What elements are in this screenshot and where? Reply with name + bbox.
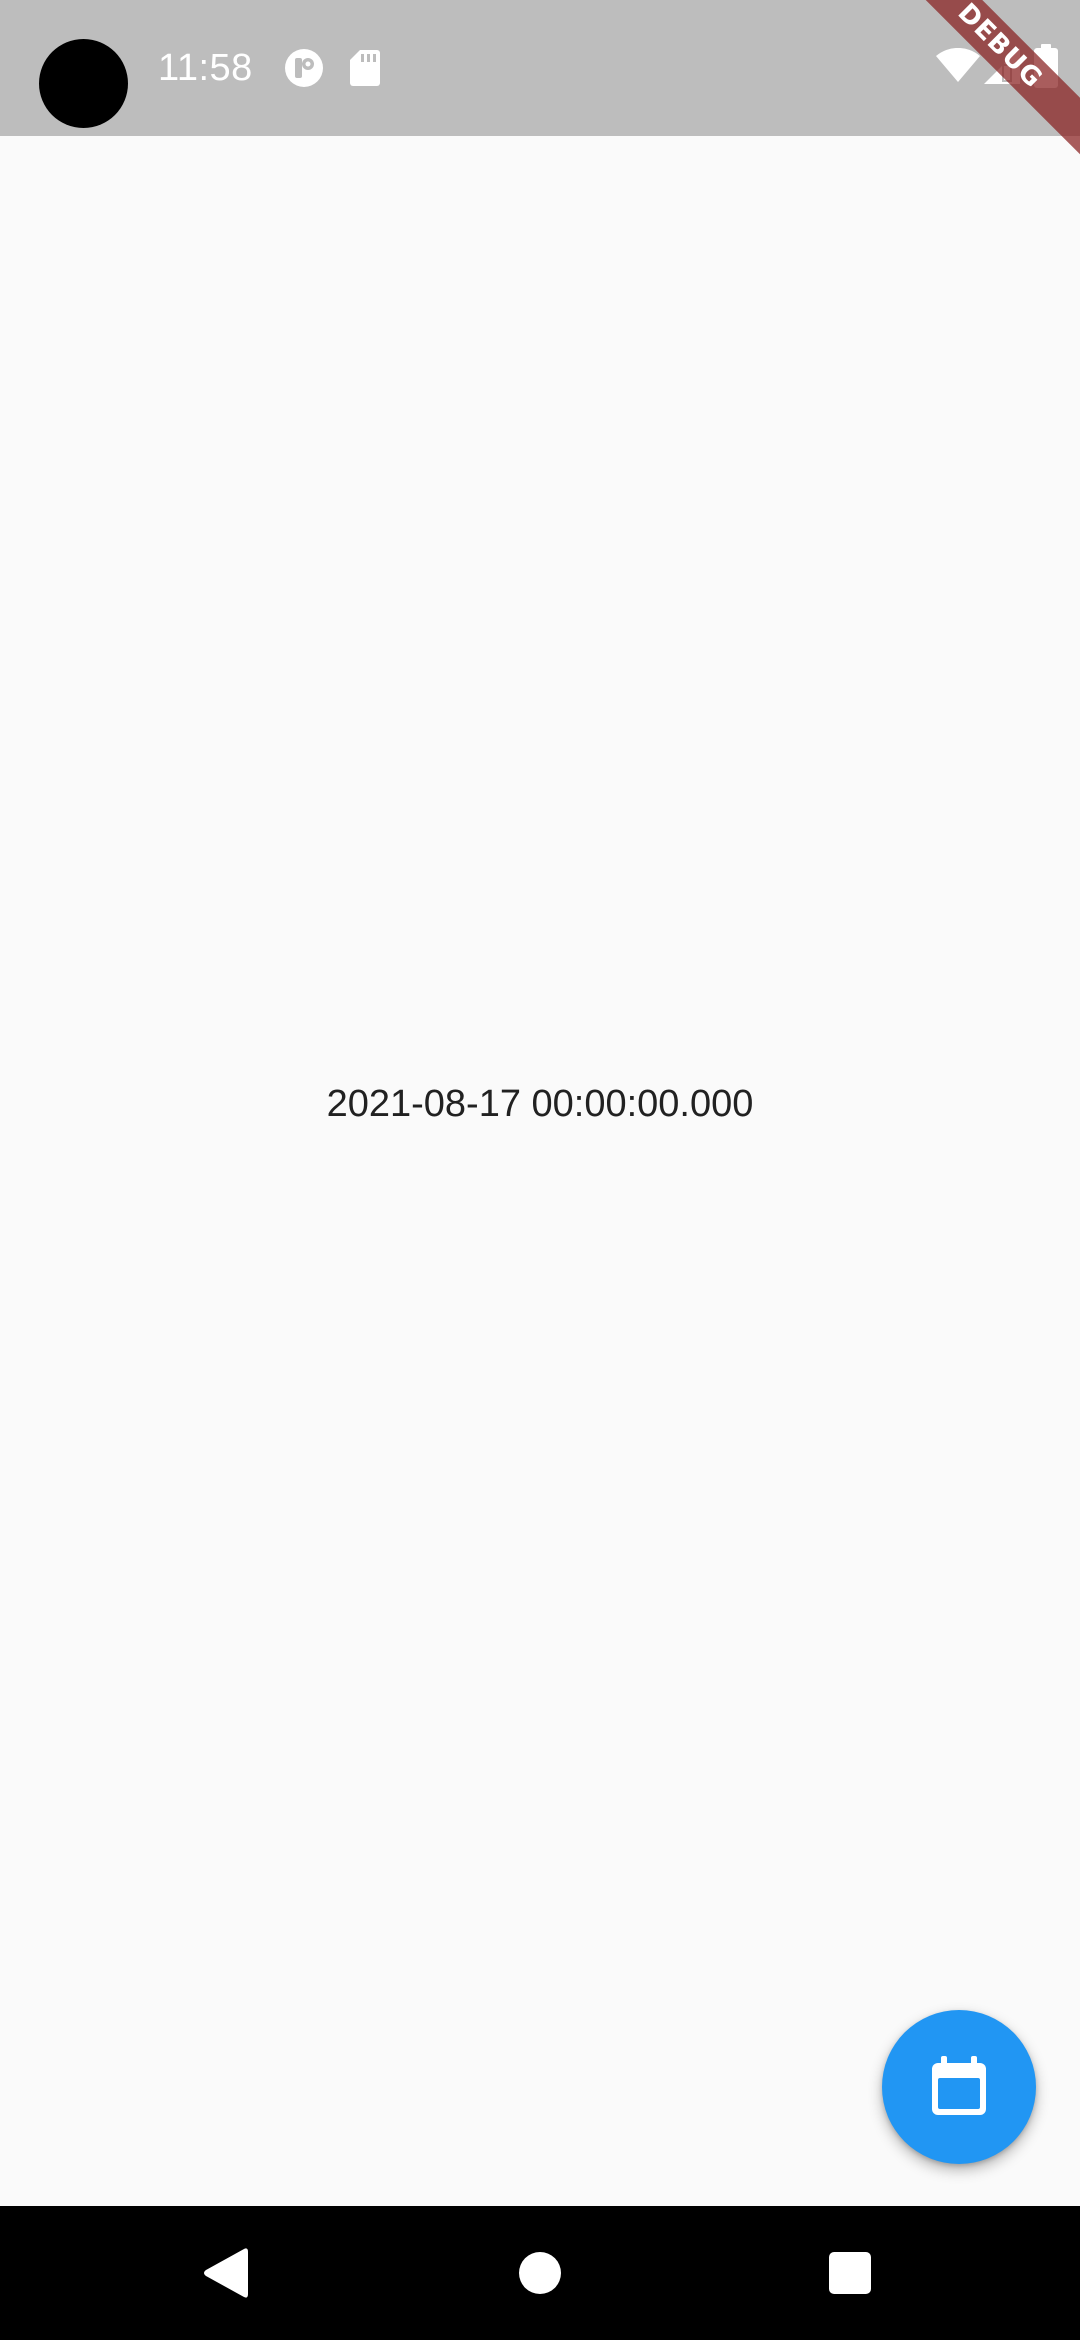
home-button[interactable] (495, 2228, 585, 2318)
main-content: 2021-08-17 00:00:00.000 (0, 136, 1080, 2206)
pick-date-fab[interactable] (882, 2010, 1036, 2164)
selected-date-text: 2021-08-17 00:00:00.000 (326, 1083, 754, 1125)
status-time: 11:58 (158, 47, 253, 89)
app-screen: 11:58 DEBUG 2021-08-17 00:00:00.000 (0, 0, 1080, 2340)
wifi-icon (936, 48, 980, 82)
camera-cutout (39, 39, 128, 128)
home-icon (519, 2252, 561, 2294)
navigation-bar (0, 2206, 1080, 2340)
back-icon (204, 2248, 248, 2298)
calendar-icon (932, 2056, 986, 2115)
sd-card-icon (350, 50, 380, 86)
recents-button[interactable] (805, 2228, 895, 2318)
recents-icon (829, 2252, 871, 2294)
app-notification-icon (285, 49, 323, 87)
status-bar: 11:58 (0, 0, 1080, 136)
back-button[interactable] (180, 2228, 270, 2318)
